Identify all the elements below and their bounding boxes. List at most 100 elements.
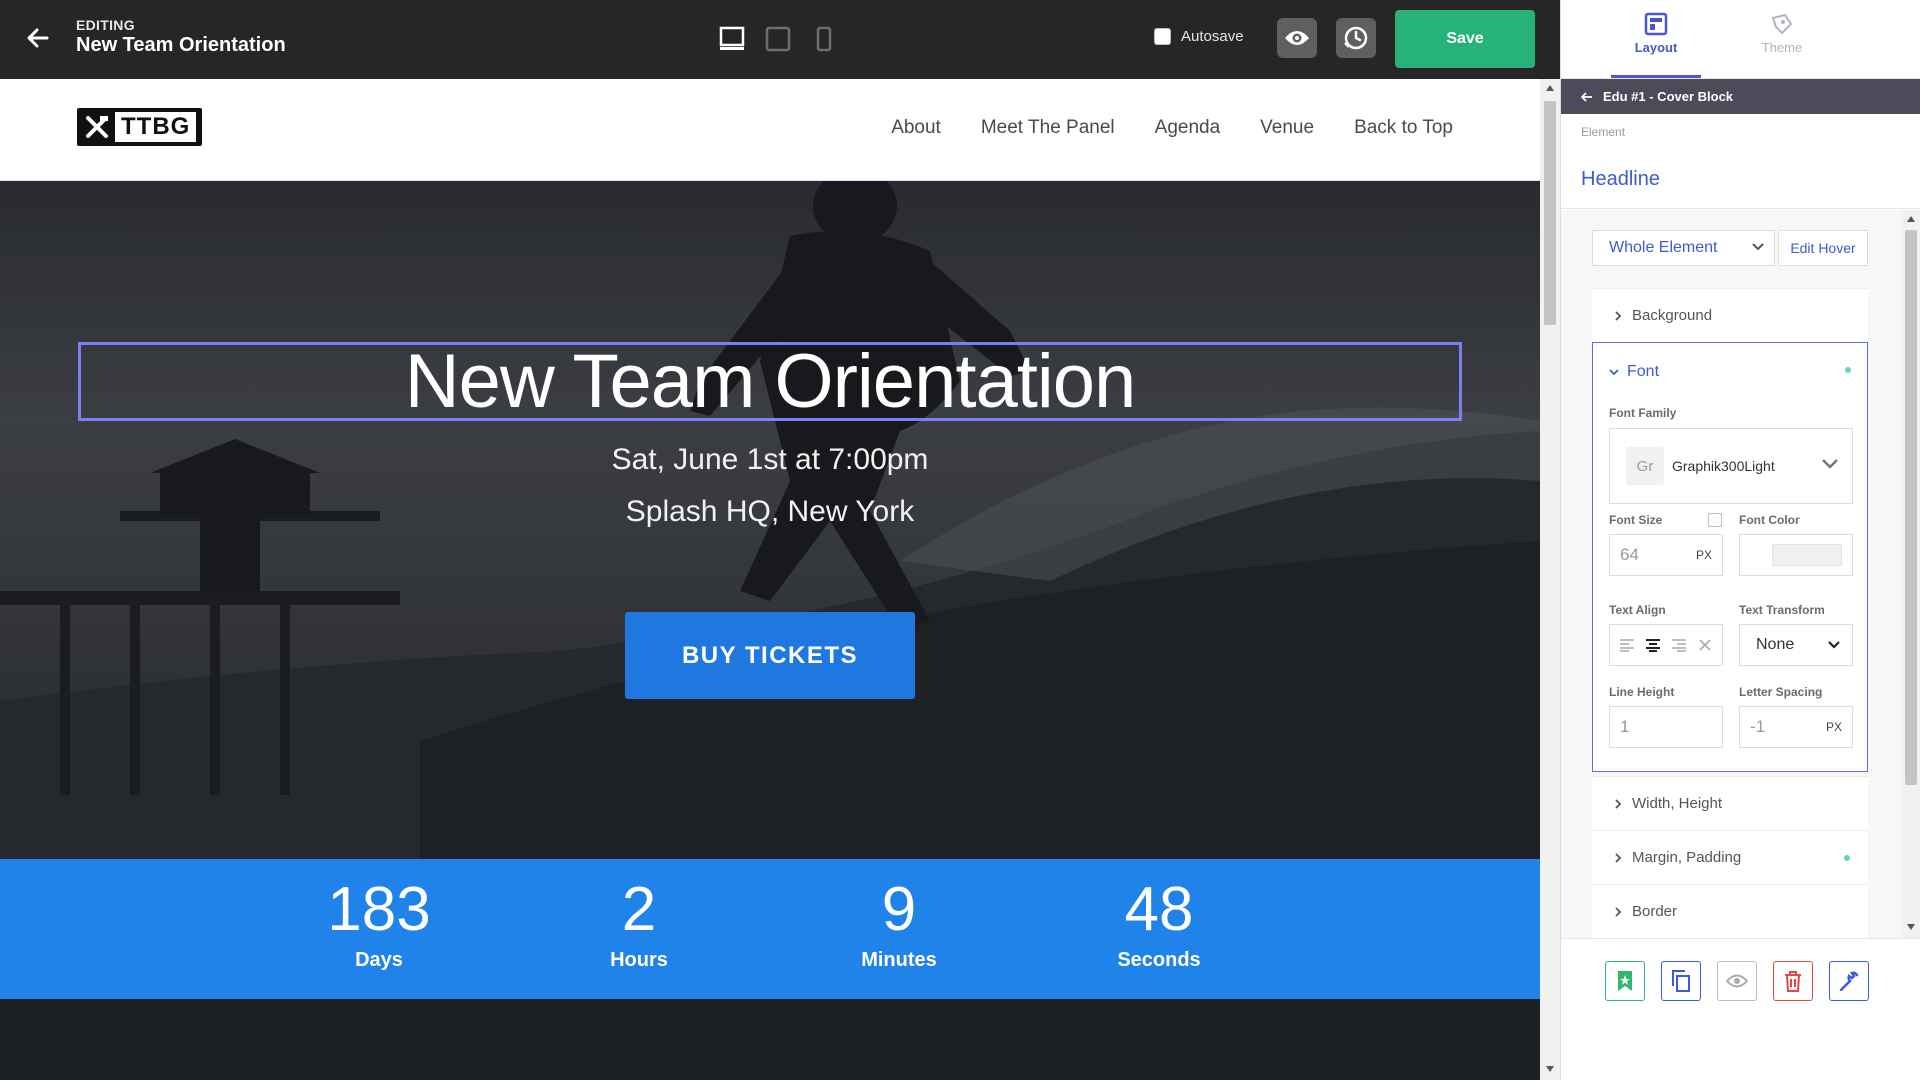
scroll-down-arrow-icon[interactable] xyxy=(1907,924,1915,930)
section-border[interactable]: Border xyxy=(1592,884,1868,938)
arrow-left-icon xyxy=(1581,91,1592,102)
breadcrumb[interactable]: Edu #1 - Cover Block xyxy=(1561,79,1920,114)
scope-select[interactable]: Whole Element xyxy=(1592,230,1775,266)
panel-scroll-thumb[interactable] xyxy=(1905,230,1917,785)
chevron-down-icon xyxy=(1822,459,1838,469)
line-height-value: 1 xyxy=(1620,717,1630,736)
close-icon xyxy=(1699,639,1711,651)
mobile-view-button[interactable] xyxy=(810,24,838,54)
chevron-down-icon xyxy=(1752,243,1764,251)
page-title: New Team Orientation xyxy=(76,34,286,56)
countdown-label: Minutes xyxy=(861,949,937,971)
nav-link-back-to-top[interactable]: Back to Top xyxy=(1354,117,1453,139)
section-background[interactable]: Background xyxy=(1592,288,1868,342)
font-preview-badge: Gr xyxy=(1626,447,1664,485)
modified-indicator xyxy=(1845,367,1851,373)
style-controls: Whole Element Edit Hover Background Font… xyxy=(1561,210,1901,938)
text-align-label: Text Align xyxy=(1609,603,1666,617)
delete-button[interactable] xyxy=(1773,961,1813,1001)
settings-button[interactable] xyxy=(1829,961,1869,1001)
duplicate-button[interactable] xyxy=(1661,961,1701,1001)
font-family-select[interactable]: Gr Graphik300Light xyxy=(1609,428,1853,504)
eye-icon xyxy=(1726,974,1748,988)
back-button[interactable] xyxy=(22,22,54,54)
cover-block[interactable]: New Team Orientation Sat, June 1st at 7:… xyxy=(0,181,1540,859)
nav-link-venue[interactable]: Venue xyxy=(1260,117,1314,139)
breadcrumb-label: Edu #1 - Cover Block xyxy=(1603,89,1734,104)
countdown-timer: 183 Days 2 Hours 9 Minutes 48 Seconds xyxy=(0,859,1540,999)
event-location[interactable]: Splash HQ, New York xyxy=(0,495,1540,529)
editor-topbar: EDITING New Team Orientation Autosave Sa… xyxy=(0,0,1560,79)
font-color-label: Font Color xyxy=(1739,513,1800,527)
desktop-view-button[interactable] xyxy=(718,24,746,54)
logo-text: TTBG xyxy=(115,112,197,142)
font-size-label: Font Size xyxy=(1609,513,1663,527)
line-height-input[interactable]: 1 xyxy=(1609,706,1723,748)
tablet-view-button[interactable] xyxy=(764,24,792,54)
device-switcher xyxy=(718,24,838,54)
font-size-input[interactable]: 64 PX xyxy=(1609,534,1723,576)
letter-spacing-input[interactable]: -1 PX xyxy=(1739,706,1853,748)
tab-layout-label: Layout xyxy=(1634,40,1678,55)
align-clear-button[interactable] xyxy=(1695,635,1715,655)
nav-link-about[interactable]: About xyxy=(891,117,941,139)
nav-link-agenda[interactable]: Agenda xyxy=(1155,117,1221,139)
chevron-right-icon xyxy=(1615,852,1622,863)
tablet-icon xyxy=(765,26,791,52)
hero-headline[interactable]: New Team Orientation xyxy=(81,339,1459,424)
visibility-button[interactable] xyxy=(1717,961,1757,1001)
save-button[interactable]: Save xyxy=(1395,10,1535,68)
site-navbar: TTBG About Meet The Panel Agenda Venue B… xyxy=(0,79,1540,181)
buy-tickets-button[interactable]: BUY TICKETS xyxy=(625,612,915,699)
panel-tabs: Layout Theme xyxy=(1561,0,1920,79)
panel-scrollbar[interactable] xyxy=(1901,210,1920,938)
countdown-value: 9 xyxy=(881,875,917,944)
scroll-up-arrow-icon[interactable] xyxy=(1907,216,1915,222)
edit-hover-button[interactable]: Edit Hover xyxy=(1778,230,1868,266)
font-size-value: 64 xyxy=(1620,545,1639,564)
section-margin-padding[interactable]: Margin, Padding xyxy=(1592,830,1868,884)
event-date[interactable]: Sat, June 1st at 7:00pm xyxy=(0,443,1540,477)
theme-icon xyxy=(1771,13,1793,35)
modified-indicator xyxy=(1844,854,1850,861)
autosave-checkbox[interactable] xyxy=(1154,28,1171,45)
history-button[interactable] xyxy=(1336,18,1376,58)
align-left-icon xyxy=(1620,639,1634,652)
canvas-scroll-thumb[interactable] xyxy=(1544,101,1556,325)
nav-link-panel[interactable]: Meet The Panel xyxy=(981,117,1115,139)
site-logo[interactable]: TTBG xyxy=(77,108,202,146)
countdown-value: 2 xyxy=(621,875,657,944)
font-color-picker[interactable] xyxy=(1739,534,1853,576)
headline-selection-frame[interactable]: New Team Orientation xyxy=(78,339,1462,424)
font-size-checkbox[interactable] xyxy=(1708,513,1722,527)
tab-theme[interactable]: Theme xyxy=(1737,8,1827,55)
history-icon xyxy=(1344,26,1368,50)
align-center-button[interactable] xyxy=(1643,635,1663,655)
letter-spacing-label: Letter Spacing xyxy=(1739,685,1823,699)
text-transform-label: Text Transform xyxy=(1739,603,1825,617)
scroll-up-arrow-icon[interactable] xyxy=(1546,85,1554,91)
text-transform-select[interactable]: None xyxy=(1739,624,1853,666)
trash-icon xyxy=(1785,971,1801,992)
canvas-scrollbar[interactable] xyxy=(1540,79,1560,1080)
layout-icon xyxy=(1644,12,1668,36)
section-label: Margin, Padding xyxy=(1632,849,1742,866)
tab-layout[interactable]: Layout xyxy=(1611,8,1701,55)
font-size-unit: PX xyxy=(1695,548,1712,562)
chevron-right-icon xyxy=(1615,798,1622,809)
preview-button[interactable] xyxy=(1277,18,1317,58)
align-right-icon xyxy=(1672,639,1686,652)
align-right-button[interactable] xyxy=(1669,635,1689,655)
chevron-right-icon xyxy=(1615,906,1622,917)
scroll-down-arrow-icon[interactable] xyxy=(1546,1066,1554,1072)
section-width-height[interactable]: Width, Height xyxy=(1592,776,1868,830)
countdown-value: 48 xyxy=(1124,875,1194,944)
font-section-toggle[interactable]: Font xyxy=(1609,363,1659,381)
active-tab-indicator xyxy=(1611,75,1701,78)
countdown-hours: 2 Hours xyxy=(539,875,739,972)
chevron-down-icon xyxy=(1828,641,1840,649)
align-left-button[interactable] xyxy=(1617,635,1637,655)
next-section[interactable] xyxy=(0,999,1540,1080)
element-actions xyxy=(1561,938,1920,1080)
bookmark-button[interactable] xyxy=(1605,961,1645,1001)
